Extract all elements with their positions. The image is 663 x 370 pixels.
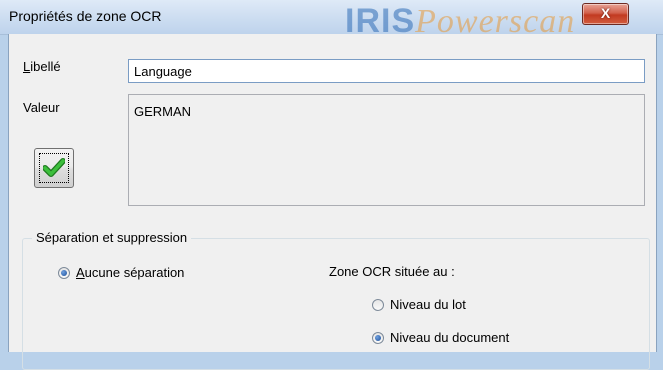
checkmark-icon bbox=[43, 158, 65, 177]
title-bar[interactable]: Propriétés de zone OCR IRISPowerscan X bbox=[0, 0, 663, 35]
libelle-label: Libellé bbox=[23, 59, 61, 74]
zone-ocr-label: Zone OCR située au : bbox=[329, 264, 455, 279]
valeur-label: Valeur bbox=[23, 100, 60, 115]
radio-aucune-label: Aucune séparation bbox=[76, 265, 185, 280]
dialog-client-area: Libellé Valeur GERMAN Séparation et supp… bbox=[8, 34, 657, 370]
separation-legend: Séparation et suppression bbox=[32, 230, 192, 245]
separation-groupbox bbox=[22, 238, 650, 370]
valeur-field[interactable]: GERMAN bbox=[128, 94, 645, 206]
radio-indicator[interactable] bbox=[372, 298, 384, 311]
close-button[interactable]: X bbox=[582, 3, 629, 25]
radio-niveau-lot-label: Niveau du lot bbox=[390, 297, 466, 312]
radio-niveau-document[interactable]: Niveau du document bbox=[372, 330, 509, 345]
radio-indicator[interactable] bbox=[58, 266, 70, 279]
radio-indicator[interactable] bbox=[372, 331, 384, 344]
window-title: Propriétés de zone OCR bbox=[9, 8, 162, 24]
radio-niveau-document-label: Niveau du document bbox=[390, 330, 510, 345]
validate-button[interactable] bbox=[34, 148, 74, 188]
close-icon: X bbox=[600, 5, 611, 21]
radio-aucune-separation[interactable]: Aucune séparation bbox=[58, 265, 184, 280]
brand-watermark-logo: IRISPowerscan bbox=[345, 4, 576, 34]
radio-niveau-lot[interactable]: Niveau du lot bbox=[372, 297, 466, 312]
valeur-value: GERMAN bbox=[134, 104, 192, 119]
libelle-input[interactable] bbox=[128, 59, 645, 83]
